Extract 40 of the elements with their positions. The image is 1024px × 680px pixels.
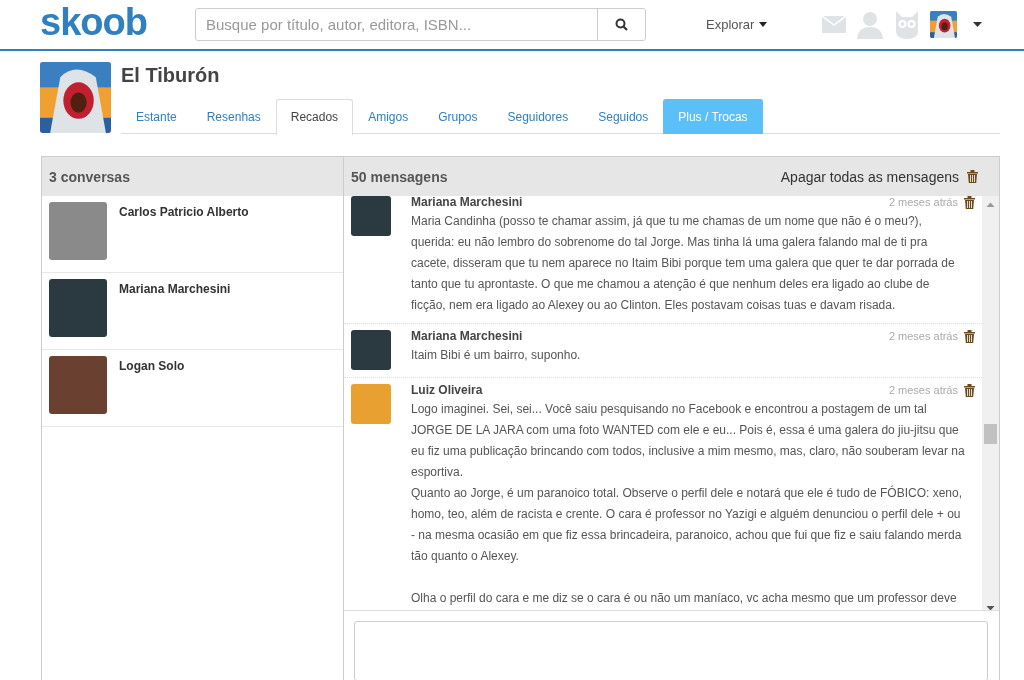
contact-name: Mariana Marchesini [119,282,231,298]
conversation-item[interactable]: Logan Solo [42,350,343,427]
reply-field[interactable] [354,621,988,680]
tab[interactable]: Grupos [423,99,493,134]
author-name[interactable]: Mariana Marchesini [411,196,523,209]
profile-name: El Tiburón [121,64,221,88]
search-button[interactable] [597,9,645,40]
messages-count: 50 mensagens [351,168,448,185]
conversation-item[interactable]: Carlos Patricio Alberto [42,196,343,273]
profile-photo [40,62,111,133]
explore-menu[interactable]: Explorar [706,17,768,32]
delete-all-link[interactable]: Apagar todas as mensagens [780,168,978,185]
conversation-item[interactable]: Mariana Marchesini [42,273,343,350]
tab[interactable]: Estante [121,99,192,134]
user-avatar[interactable] [930,11,958,38]
logo[interactable]: skoob [40,1,195,42]
tab[interactable]: Resenhas [191,99,276,134]
message-text: Logo imaginei. Sei, sei... Você saiu pesquisando no Facebook e encontrou a postagem de um tal JORGE DE LA JARA com uma foto WANTED com ele e eu... Pois é, essa é uma galera do jiu-jitsu que eu fiz uma publicação brincando com todos, inclusive a mim mesmo, mas, claro, não souberam levar na esportiva. Quanto ao Jorge, é um paranoico total. Observe o perfil dele e notará que ele é tudo de FÓBICO: xeno, homo, teo, além de racista e crente. O cara é professor no Yazigi e alguém denunciou o perfil dele + ou - na mesma ocasião em que fiz essa brincadeira, paranoico, achou que fui que fiz e saiu falando merda tão quanto o Alexey. Olha o perfil do cara e me diz se o cara é ou não um maníaco, vc acha mesmo que um professor deve [411,401,966,607]
message-text: Itaim Bibi é um bairro, suponho. [411,347,582,364]
contact-name: Logan Solo [119,359,185,375]
search-icon [615,18,628,31]
caret-icon[interactable] [973,22,983,27]
caret-icon [759,22,768,27]
tab[interactable]: Recados [275,99,354,135]
trash-icon[interactable] [964,196,975,209]
author-name[interactable]: Mariana Marchesini [411,329,523,343]
conversations-count: 3 conversas [49,168,130,185]
author-name[interactable]: Luiz Oliveira [411,383,483,397]
message-text: Maria Candinha (posso te chamar assim, já que tu me chamas de um nome que não é o meu?), querida: eu não lembro do sobrenome do tal Jorge. Mas tinha lá uma galera falando mal de ti pra cacete, disseram que tu nem aparece no Itaim Bibi porque tem uma galera que quer te dar porrada de tanto que tu aprontaste. O que me chamou a atenção é que nenhum deles era ligado ao clube de ficção, nem era ligado ao Alexey ou ao Clinton. Eles postavam coisas tuas e davam risada. [411,213,956,314]
search-field[interactable]: Busque por título, autor, editora, ISBN... [195,8,646,41]
message-time: 2 meses atrás [888,384,958,396]
message-time: 2 meses atrás [888,196,958,208]
tab[interactable]: Seguidos [583,99,664,134]
trash-icon[interactable] [964,329,975,343]
contact-name: Carlos Patricio Alberto [119,205,249,221]
trash-icon[interactable] [967,170,978,183]
trash-icon[interactable] [964,383,975,397]
tab[interactable]: Amigos [353,99,424,134]
message-time: 2 meses atrás [888,330,958,342]
tab[interactable]: Seguidores [492,99,584,134]
